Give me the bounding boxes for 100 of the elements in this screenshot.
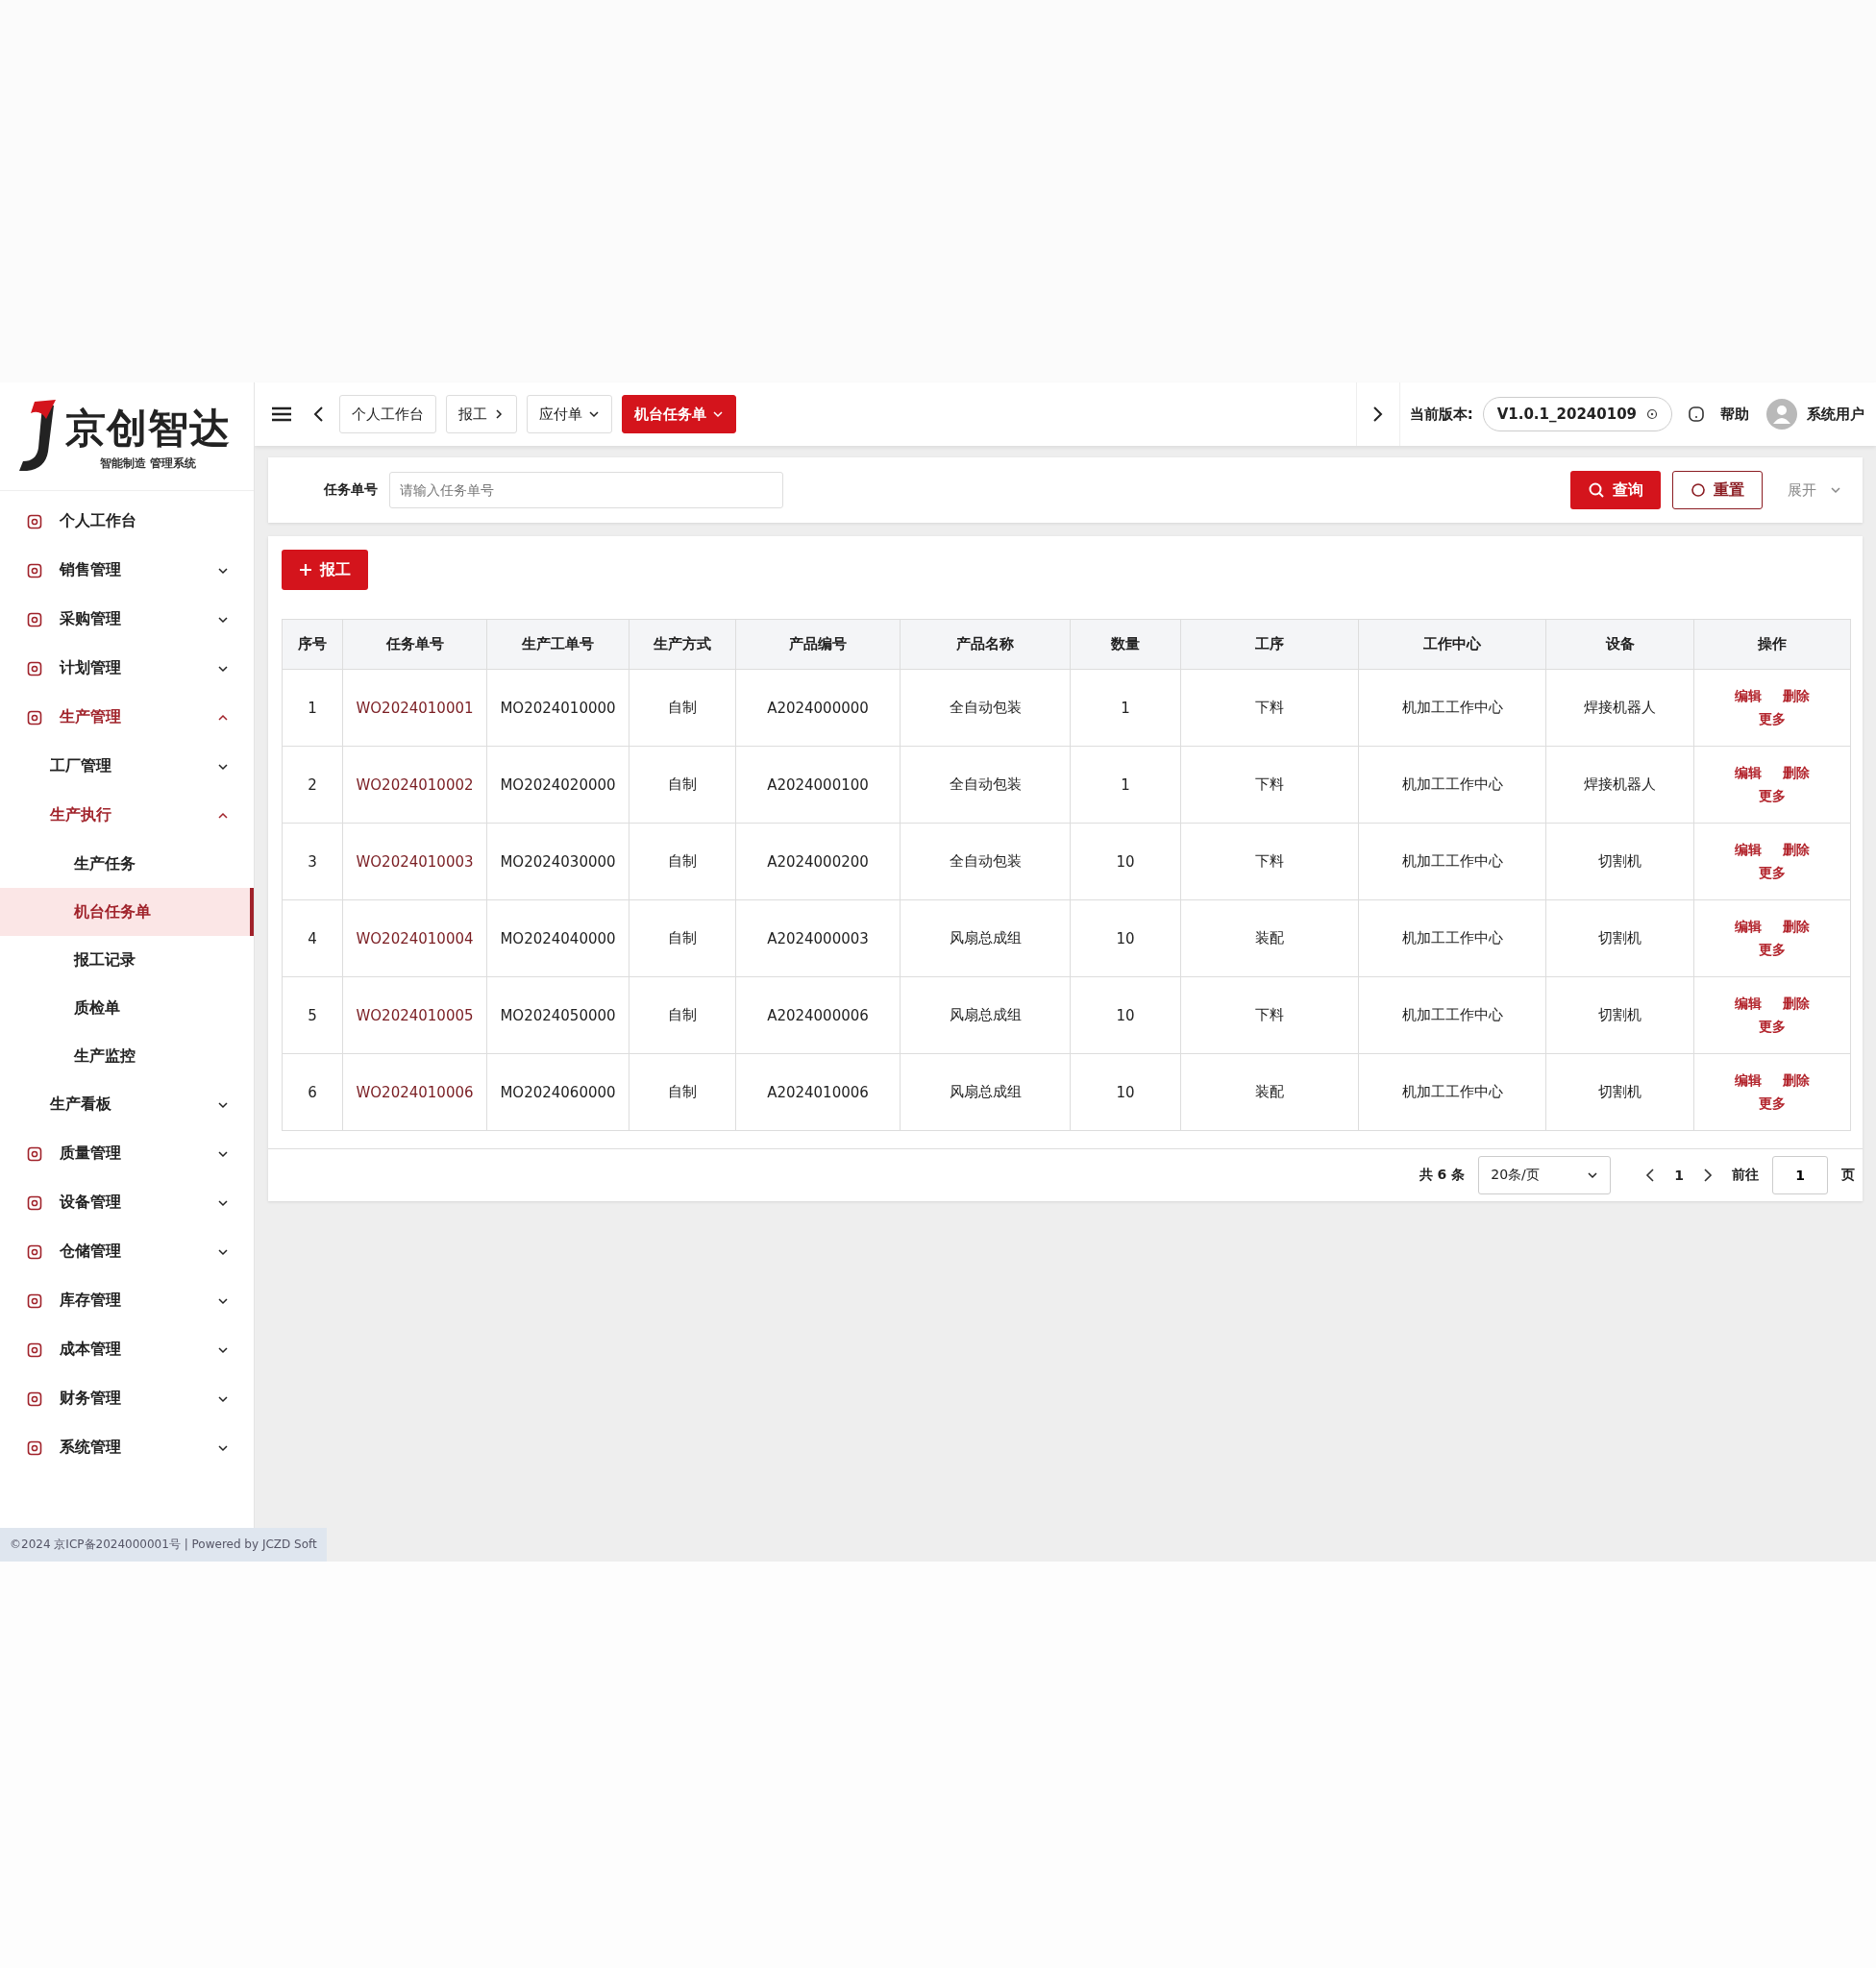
action-link[interactable]: 编辑	[1735, 687, 1762, 705]
action-link[interactable]: 编辑	[1735, 995, 1762, 1013]
page-size-select[interactable]: 20条/页	[1478, 1156, 1612, 1194]
previous-icon[interactable]	[1645, 1168, 1656, 1182]
table-cell: WO2024010004	[342, 899, 487, 977]
table-cell: WO2024010003	[342, 823, 487, 900]
table-cell: 装配	[1180, 1053, 1359, 1131]
sidebar-item[interactable]: 生产监控	[0, 1032, 254, 1080]
tab[interactable]: 机台任务单	[622, 395, 736, 433]
table-cell: WO2024010005	[342, 976, 487, 1054]
column-header: 产品编号	[735, 619, 901, 670]
sidebar-item[interactable]: 个人工作台	[0, 497, 254, 546]
table-cell: MO2024050000	[486, 976, 629, 1054]
sidebar-item[interactable]: 生产任务	[0, 840, 254, 888]
action-link[interactable]: 删除	[1783, 764, 1810, 782]
table-cell: 下料	[1180, 976, 1359, 1054]
add-button[interactable]: 报工	[282, 550, 368, 590]
sidebar-item[interactable]: 设备管理	[0, 1178, 254, 1227]
sidebar-item[interactable]: 生产执行	[0, 791, 254, 840]
table-cell: 机加工工作中心	[1358, 1053, 1546, 1131]
forward-icon[interactable]	[1371, 406, 1384, 423]
table-cell: 机加工工作中心	[1358, 669, 1546, 747]
menu-icon[interactable]	[272, 406, 291, 422]
square-icon	[27, 562, 42, 578]
sidebar-item[interactable]: 财务管理	[0, 1374, 254, 1423]
page-input[interactable]: 1	[1772, 1156, 1828, 1194]
sidebar-item[interactable]: 生产管理	[0, 693, 254, 742]
square-icon	[27, 1439, 42, 1456]
action-link[interactable]: 删除	[1783, 995, 1810, 1013]
tab[interactable]: 报工	[446, 395, 517, 433]
action-link[interactable]: 删除	[1783, 918, 1810, 936]
table-cell: 10	[1070, 1053, 1181, 1131]
expand-button[interactable]: 展开	[1782, 480, 1847, 501]
table-cell: 装配	[1180, 899, 1359, 977]
user-name[interactable]: 系统用户	[1807, 405, 1864, 424]
table-cell: 1	[1070, 669, 1181, 747]
sidebar-item[interactable]: 销售管理	[0, 546, 254, 595]
tab[interactable]: 个人工作台	[339, 395, 436, 433]
column-header: 产品名称	[900, 619, 1071, 670]
table-cell: 机加工工作中心	[1358, 899, 1546, 977]
sidebar-item[interactable]: 机台任务单	[0, 888, 254, 936]
sidebar-item[interactable]: 质检单	[0, 984, 254, 1032]
circle-icon	[1691, 482, 1706, 498]
sidebar-item[interactable]: 生产看板	[0, 1080, 254, 1129]
page-number[interactable]: 1	[1674, 1168, 1684, 1183]
sidebar-item[interactable]: 计划管理	[0, 644, 254, 693]
sidebar-item[interactable]: 库存管理	[0, 1276, 254, 1325]
square-icon	[27, 660, 42, 676]
action-link[interactable]: 删除	[1783, 1071, 1810, 1090]
table-cell: A2024010006	[735, 1053, 901, 1131]
table-cell: WO2024010002	[342, 746, 487, 824]
table-cell: 焊接机器人	[1545, 746, 1694, 824]
table-cell: 机加工工作中心	[1358, 823, 1546, 900]
sidebar-item[interactable]: 成本管理	[0, 1325, 254, 1374]
action-link[interactable]: 更多	[1759, 1095, 1786, 1113]
action-link[interactable]: 更多	[1759, 941, 1786, 959]
reset-button[interactable]: 重置	[1672, 471, 1763, 509]
column-header: 任务单号	[342, 619, 487, 670]
action-link[interactable]: 更多	[1759, 787, 1786, 805]
help-link[interactable]: 帮助	[1720, 405, 1749, 424]
table-cell: A2024000003	[735, 899, 901, 977]
sidebar-item[interactable]: 工厂管理	[0, 742, 254, 791]
action-link[interactable]: 更多	[1759, 710, 1786, 728]
table-cell: MO2024030000	[486, 823, 629, 900]
next-icon[interactable]	[1703, 1168, 1713, 1182]
sidebar-item[interactable]: 仓储管理	[0, 1227, 254, 1276]
table-cell: 风扇总成组	[900, 1053, 1071, 1131]
action-link[interactable]: 编辑	[1735, 841, 1762, 859]
column-header: 生产方式	[629, 619, 736, 670]
action-link[interactable]: 更多	[1759, 864, 1786, 882]
sidebar-item[interactable]: 采购管理	[0, 595, 254, 644]
table-cell: 全自动包装	[900, 669, 1071, 747]
table-cell: MO2024010000	[486, 669, 629, 747]
sidebar-item[interactable]: 报工记录	[0, 936, 254, 984]
action-link[interactable]: 编辑	[1735, 764, 1762, 782]
table-cell: 5	[282, 976, 343, 1054]
query-button[interactable]: 查询	[1570, 471, 1661, 509]
table-cell: MO2024040000	[486, 899, 629, 977]
action-link[interactable]: 编辑	[1735, 1071, 1762, 1090]
search-field[interactable]: 请输入任务单号	[389, 472, 783, 508]
table-cell: 机加工工作中心	[1358, 976, 1546, 1054]
square-icon	[27, 1292, 42, 1309]
sidebar-item[interactable]: 系统管理	[0, 1423, 254, 1472]
table-cell: 10	[1070, 899, 1181, 977]
action-link[interactable]: 删除	[1783, 841, 1810, 859]
table-cell: 6	[282, 1053, 343, 1131]
square-icon	[27, 1194, 42, 1211]
back-icon[interactable]	[312, 406, 324, 423]
table-cell: 切割机	[1545, 899, 1694, 977]
action-link[interactable]: 删除	[1783, 687, 1810, 705]
tab[interactable]: 应付单	[527, 395, 612, 433]
sidebar-item[interactable]: 质量管理	[0, 1129, 254, 1178]
action-link[interactable]: 更多	[1759, 1018, 1786, 1036]
search-icon	[1588, 481, 1605, 499]
table-cell: 切割机	[1545, 976, 1694, 1054]
column-header: 设备	[1545, 619, 1694, 670]
square-icon	[27, 1243, 42, 1260]
table-cell: 1	[282, 669, 343, 747]
page-unit: 页	[1841, 1167, 1855, 1184]
action-link[interactable]: 编辑	[1735, 918, 1762, 936]
